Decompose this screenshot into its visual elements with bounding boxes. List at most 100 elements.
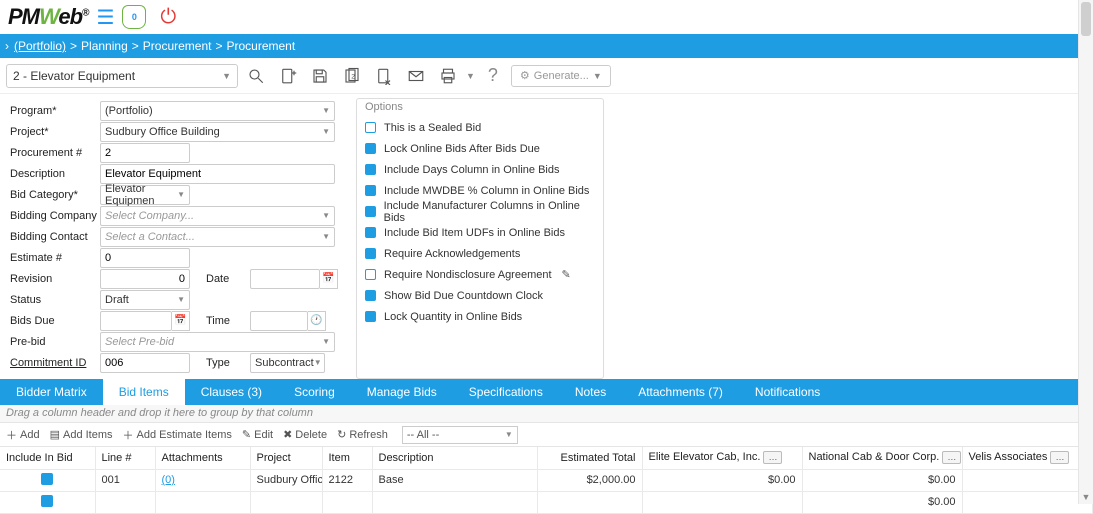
include-chip[interactable]	[41, 495, 53, 507]
project-select[interactable]: Sudbury Office Building▼	[100, 122, 335, 142]
procurement-no-input[interactable]	[100, 143, 190, 163]
type-select[interactable]: Subcontract▼	[250, 353, 325, 373]
description-input[interactable]	[100, 164, 335, 184]
label-commitment-id[interactable]: Commitment ID	[10, 357, 100, 369]
mail-icon[interactable]	[402, 62, 430, 90]
app-logo: PMWeb®	[8, 4, 88, 30]
include-chip[interactable]	[41, 473, 53, 485]
grid-refresh-button[interactable]: ↻Refresh	[337, 428, 388, 441]
col-header[interactable]: Line #	[95, 447, 155, 469]
grid-delete-button[interactable]: ✖Delete	[283, 428, 327, 441]
clock-icon[interactable]: 🕐	[308, 311, 326, 331]
delete-icon[interactable]	[370, 62, 398, 90]
tab-bidder-matrix[interactable]: Bidder Matrix	[0, 379, 103, 405]
col-header[interactable]: National Cab & Door Corp. …	[802, 447, 962, 469]
copy-icon[interactable]: 2	[338, 62, 366, 90]
col-header[interactable]: Include In Bid	[0, 447, 95, 469]
col-header[interactable]: Description	[372, 447, 537, 469]
plus-icon: ＋	[123, 427, 134, 443]
checkbox[interactable]	[365, 269, 376, 280]
search-icon[interactable]	[242, 62, 270, 90]
menu-icon[interactable]: ☰	[96, 5, 114, 30]
table-row[interactable]: $0.00	[0, 491, 1093, 513]
label-date: Date	[190, 273, 250, 285]
ellipsis-icon[interactable]: …	[763, 451, 782, 464]
grid-add-estimate-button[interactable]: ＋Add Estimate Items	[123, 427, 232, 443]
bidding-contact-select[interactable]: Select a Contact...▼	[100, 227, 335, 247]
tab-clauses-3-[interactable]: Clauses (3)	[185, 379, 278, 405]
status-select[interactable]: Draft▼	[100, 290, 190, 310]
calendar-icon[interactable]: 📅	[320, 269, 338, 289]
svg-text:2: 2	[351, 73, 355, 80]
estimate-no-input[interactable]	[100, 248, 190, 268]
save-icon[interactable]	[306, 62, 334, 90]
checkbox[interactable]	[365, 227, 376, 238]
date-input[interactable]	[250, 269, 320, 289]
pencil-icon[interactable]: ✎	[562, 268, 571, 281]
new-icon[interactable]	[274, 62, 302, 90]
checkbox[interactable]	[365, 206, 376, 217]
tab-scoring[interactable]: Scoring	[278, 379, 351, 405]
label-status: Status	[10, 294, 100, 306]
record-selector[interactable]: 2 - Elevator Equipment▼	[6, 64, 238, 88]
col-header[interactable]: Velis Associates …	[962, 447, 1093, 469]
checkbox[interactable]	[365, 185, 376, 196]
label-program: Program	[10, 105, 100, 117]
col-header[interactable]: Item	[322, 447, 372, 469]
col-header[interactable]: Project	[250, 447, 322, 469]
tab-notifications[interactable]: Notifications	[739, 379, 836, 405]
breadcrumb-back-icon[interactable]: ›	[0, 39, 14, 53]
bidding-company-select[interactable]: Select Company...▼	[100, 206, 335, 226]
breadcrumb-procurement2: Procurement	[226, 39, 295, 53]
bid-category-select[interactable]: Elevator Equipmen▼	[100, 185, 190, 205]
tab-notes[interactable]: Notes	[559, 379, 622, 405]
table-row[interactable]: 001(0)Sudbury Office2122Base$2,000.00$0.…	[0, 469, 1093, 491]
option-row: Require Nondisclosure Agreement ✎	[365, 264, 595, 285]
option-row: Include MWDBE % Column in Online Bids	[365, 180, 595, 201]
col-header[interactable]: Attachments	[155, 447, 250, 469]
prebid-select[interactable]: Select Pre-bid▼	[100, 332, 335, 352]
revision-input[interactable]	[100, 269, 190, 289]
option-label: Require Nondisclosure Agreement	[384, 269, 552, 281]
scroll-thumb[interactable]	[1081, 2, 1091, 36]
commitment-id-input[interactable]	[100, 353, 190, 373]
grid-add-items-button[interactable]: ▤Add Items	[50, 428, 113, 441]
shield-badge[interactable]: 0	[122, 5, 146, 29]
checkbox[interactable]	[365, 248, 376, 259]
scroll-down-icon[interactable]: ▼	[1079, 489, 1093, 504]
col-header[interactable]: Estimated Total	[537, 447, 642, 469]
print-dropdown-icon[interactable]: ▼	[466, 71, 475, 81]
breadcrumb-portfolio[interactable]: (Portfolio)	[14, 39, 66, 53]
checkbox[interactable]	[365, 122, 376, 133]
checkbox[interactable]	[365, 311, 376, 322]
time-input[interactable]	[250, 311, 308, 331]
col-header[interactable]: Elite Elevator Cab, Inc. …	[642, 447, 802, 469]
breadcrumb-procurement1: Procurement	[143, 39, 212, 53]
program-select[interactable]: (Portfolio)▼	[100, 101, 335, 121]
print-icon[interactable]	[434, 62, 462, 90]
attachments-link[interactable]: (0)	[162, 474, 175, 486]
power-icon[interactable]: ⏻	[160, 6, 176, 29]
vertical-scrollbar[interactable]: ▲ ▼	[1078, 0, 1093, 504]
checkbox[interactable]	[365, 290, 376, 301]
x-icon: ✖	[283, 428, 292, 441]
tab-specifications[interactable]: Specifications	[453, 379, 559, 405]
option-label: Require Acknowledgements	[384, 248, 520, 260]
tab-attachments-7-[interactable]: Attachments (7)	[622, 379, 739, 405]
option-label: Lock Quantity in Online Bids	[384, 311, 522, 323]
help-icon[interactable]: ?	[479, 62, 507, 90]
grid-edit-button[interactable]: ✎Edit	[242, 428, 273, 441]
checkbox[interactable]	[365, 143, 376, 154]
generate-button[interactable]: ⚙ Generate... ▼	[511, 65, 611, 87]
bids-due-input[interactable]	[100, 311, 172, 331]
ellipsis-icon[interactable]: …	[1050, 451, 1069, 464]
calendar-icon[interactable]: 📅	[172, 311, 190, 331]
label-time: Time	[190, 315, 250, 327]
ellipsis-icon[interactable]: …	[942, 451, 961, 464]
checkbox[interactable]	[365, 164, 376, 175]
grid-filter-select[interactable]: -- All --▼	[402, 426, 518, 444]
options-header: Options	[365, 101, 595, 113]
tab-manage-bids[interactable]: Manage Bids	[351, 379, 453, 405]
tab-bid-items[interactable]: Bid Items	[103, 379, 185, 405]
grid-add-button[interactable]: ＋Add	[6, 427, 40, 443]
